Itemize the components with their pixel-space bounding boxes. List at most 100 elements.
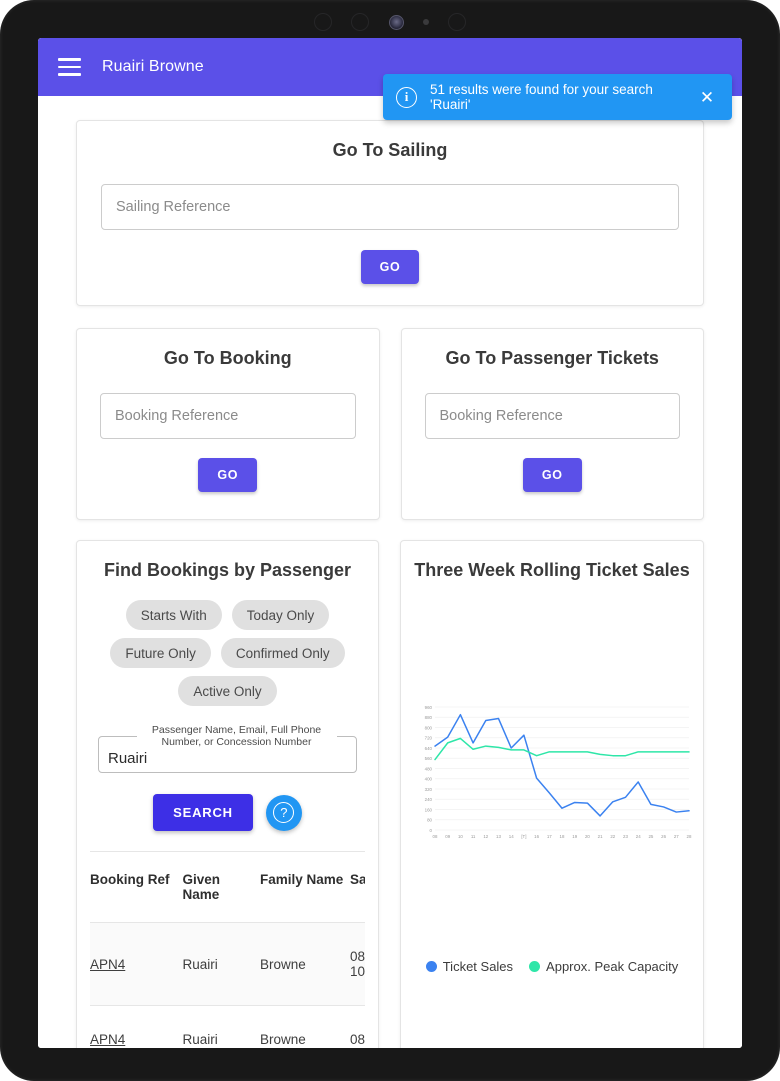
hamburger-menu-icon[interactable] xyxy=(55,52,85,82)
info-icon: i xyxy=(396,86,417,108)
search-button[interactable]: SEARCH xyxy=(153,794,253,831)
svg-text:16: 16 xyxy=(534,834,539,839)
device-screen: Ruairi Browne i 51 results were found fo… xyxy=(38,38,742,1048)
chip-active-only[interactable]: Active Only xyxy=(178,676,277,706)
legend-dot-icon xyxy=(425,961,437,972)
cell-booking-ref: APN4 xyxy=(90,922,183,1006)
booking-ref-link[interactable]: APN4 xyxy=(90,1032,125,1047)
tablet-device-frame: Ruairi Browne i 51 results were found fo… xyxy=(0,0,780,1081)
sail-time-value: 10:00 xyxy=(350,964,365,979)
svg-text:880: 880 xyxy=(425,715,433,720)
svg-text:13: 13 xyxy=(496,834,501,839)
booking-results-table-wrapper[interactable]: Booking Ref Given Name Family Name Sail … xyxy=(90,851,365,1048)
dashboard-bottom-row: Find Bookings by Passenger Starts With T… xyxy=(76,540,704,1048)
card-title-find-bookings: Find Bookings by Passenger xyxy=(103,560,352,580)
cell-family-name: Browne xyxy=(260,922,350,1006)
go-to-sailing-card: Go To Sailing GO xyxy=(76,120,704,306)
sensor-ring-icon xyxy=(314,13,332,31)
passenger-search-field: Passenger Name, Email, Full Phone Number… xyxy=(98,724,357,773)
chip-starts-with[interactable]: Starts With xyxy=(125,600,222,630)
svg-text:17: 17 xyxy=(547,834,552,839)
column-header-family-name[interactable]: Family Name xyxy=(260,852,350,923)
chip-future-only[interactable]: Future Only xyxy=(110,638,211,668)
close-icon[interactable]: ✕ xyxy=(697,87,717,107)
toast-message: 51 results were found for your search 'R… xyxy=(430,82,653,112)
page-content: Go To Sailing GO Go To Booking GO xyxy=(38,96,742,1048)
device-bezel-sensors xyxy=(300,6,480,38)
svg-text:240: 240 xyxy=(425,797,433,802)
svg-text:400: 400 xyxy=(425,777,433,782)
chip-confirmed-only[interactable]: Confirmed Only xyxy=(220,638,345,668)
app-title: Ruairi Browne xyxy=(102,58,204,75)
cell-given-name: Ruairi xyxy=(182,1005,260,1048)
svg-text:21: 21 xyxy=(598,834,603,839)
svg-text:160: 160 xyxy=(425,807,433,812)
chart-legend: Ticket Sales Approx. Peak Capacity xyxy=(401,959,703,974)
chip-today-only[interactable]: Today Only xyxy=(231,600,330,630)
passenger-field-label: Passenger Name, Email, Full Phone Number… xyxy=(151,724,322,748)
table-row[interactable]: APN4 Ruairi Browne 08/04/23 10:00 xyxy=(90,922,365,1006)
svg-text:09: 09 xyxy=(445,834,450,839)
search-actions: SEARCH ? xyxy=(77,794,378,831)
booking-reference-input[interactable] xyxy=(100,393,356,439)
booking-ref-link[interactable]: APN4 xyxy=(90,957,125,972)
svg-text:18: 18 xyxy=(560,834,565,839)
chart-title: Three Week Rolling Ticket Sales xyxy=(414,560,690,580)
column-header-sail-date[interactable]: Sail Date xyxy=(350,852,365,923)
sail-date-value: 08/04/23 xyxy=(350,949,365,964)
table-row[interactable]: APN4 Ruairi Browne 08/04/23 xyxy=(90,1005,365,1048)
svg-text:24: 24 xyxy=(636,834,641,839)
go-to-booking-card: Go To Booking GO xyxy=(76,328,380,520)
sailing-go-button[interactable]: GO xyxy=(360,250,420,284)
svg-text:14: 14 xyxy=(509,834,514,839)
sail-date-value: 08/04/23 xyxy=(350,1032,365,1047)
svg-text:23: 23 xyxy=(623,834,628,839)
svg-text:960: 960 xyxy=(425,705,433,710)
svg-text:28: 28 xyxy=(687,834,692,839)
card-title-sailing: Go To Sailing xyxy=(332,140,448,160)
column-header-booking-ref[interactable]: Booking Ref xyxy=(90,852,183,923)
sensor-dot-icon xyxy=(422,19,429,25)
svg-text:22: 22 xyxy=(610,834,615,839)
chart-svg: 0 80 160 240 320 400 480 560 640 720 800 880 960 08 09… xyxy=(425,705,692,839)
booking-results-table: Booking Ref Given Name Family Name Sail … xyxy=(90,852,365,1048)
svg-text:20: 20 xyxy=(585,834,590,839)
svg-text:08: 08 xyxy=(433,834,438,839)
quick-access-row: Go To Booking GO Go To Passenger Tickets… xyxy=(76,328,704,520)
svg-text:560: 560 xyxy=(425,756,433,761)
legend-item-ticket-sales[interactable]: Ticket Sales xyxy=(425,959,514,974)
passenger-tickets-go-button[interactable]: GO xyxy=(522,458,582,492)
svg-text:320: 320 xyxy=(425,787,433,792)
svg-text:10: 10 xyxy=(458,834,463,839)
table-header-row: Booking Ref Given Name Family Name Sail … xyxy=(90,852,365,923)
passenger-tickets-booking-reference-input[interactable] xyxy=(424,393,680,439)
ticket-sales-chart-card: Three Week Rolling Ticket Sales 0 80 160 24… xyxy=(400,540,704,1048)
sailing-reference-input[interactable] xyxy=(101,184,679,230)
svg-text:720: 720 xyxy=(425,736,433,741)
svg-text:[T]: [T] xyxy=(521,834,526,839)
ticket-sales-line-chart[interactable]: 0 80 160 240 320 400 480 560 640 720 800 880 960 08 09… xyxy=(413,701,693,846)
svg-text:11: 11 xyxy=(471,834,476,839)
passenger-search-input[interactable] xyxy=(108,747,343,769)
cell-given-name: Ruairi xyxy=(182,922,260,1006)
cell-booking-ref: APN4 xyxy=(90,1005,183,1048)
find-bookings-by-passenger-card: Find Bookings by Passenger Starts With T… xyxy=(76,540,379,1048)
legend-dot-icon xyxy=(529,961,541,972)
legend-item-peak-capacity[interactable]: Approx. Peak Capacity xyxy=(529,959,678,974)
cell-family-name: Browne xyxy=(260,1005,350,1048)
card-title-booking: Go To Booking xyxy=(163,348,292,368)
svg-text:480: 480 xyxy=(425,766,433,771)
booking-go-button[interactable]: GO xyxy=(198,458,258,492)
svg-text:26: 26 xyxy=(661,834,666,839)
column-header-given-name[interactable]: Given Name xyxy=(182,852,260,923)
legend-label-ticket-sales: Ticket Sales xyxy=(442,959,514,974)
help-icon[interactable]: ? xyxy=(265,794,302,831)
svg-text:27: 27 xyxy=(674,834,679,839)
legend-label-peak-capacity: Approx. Peak Capacity xyxy=(546,959,679,974)
filter-chip-group: Starts With Today Only Future Only Confi… xyxy=(77,581,378,706)
go-to-passenger-tickets-card: Go To Passenger Tickets GO xyxy=(400,328,704,520)
svg-text:640: 640 xyxy=(425,746,433,751)
sensor-ring-icon xyxy=(448,13,466,31)
question-mark-icon: ? xyxy=(273,802,295,823)
svg-text:80: 80 xyxy=(427,818,432,823)
